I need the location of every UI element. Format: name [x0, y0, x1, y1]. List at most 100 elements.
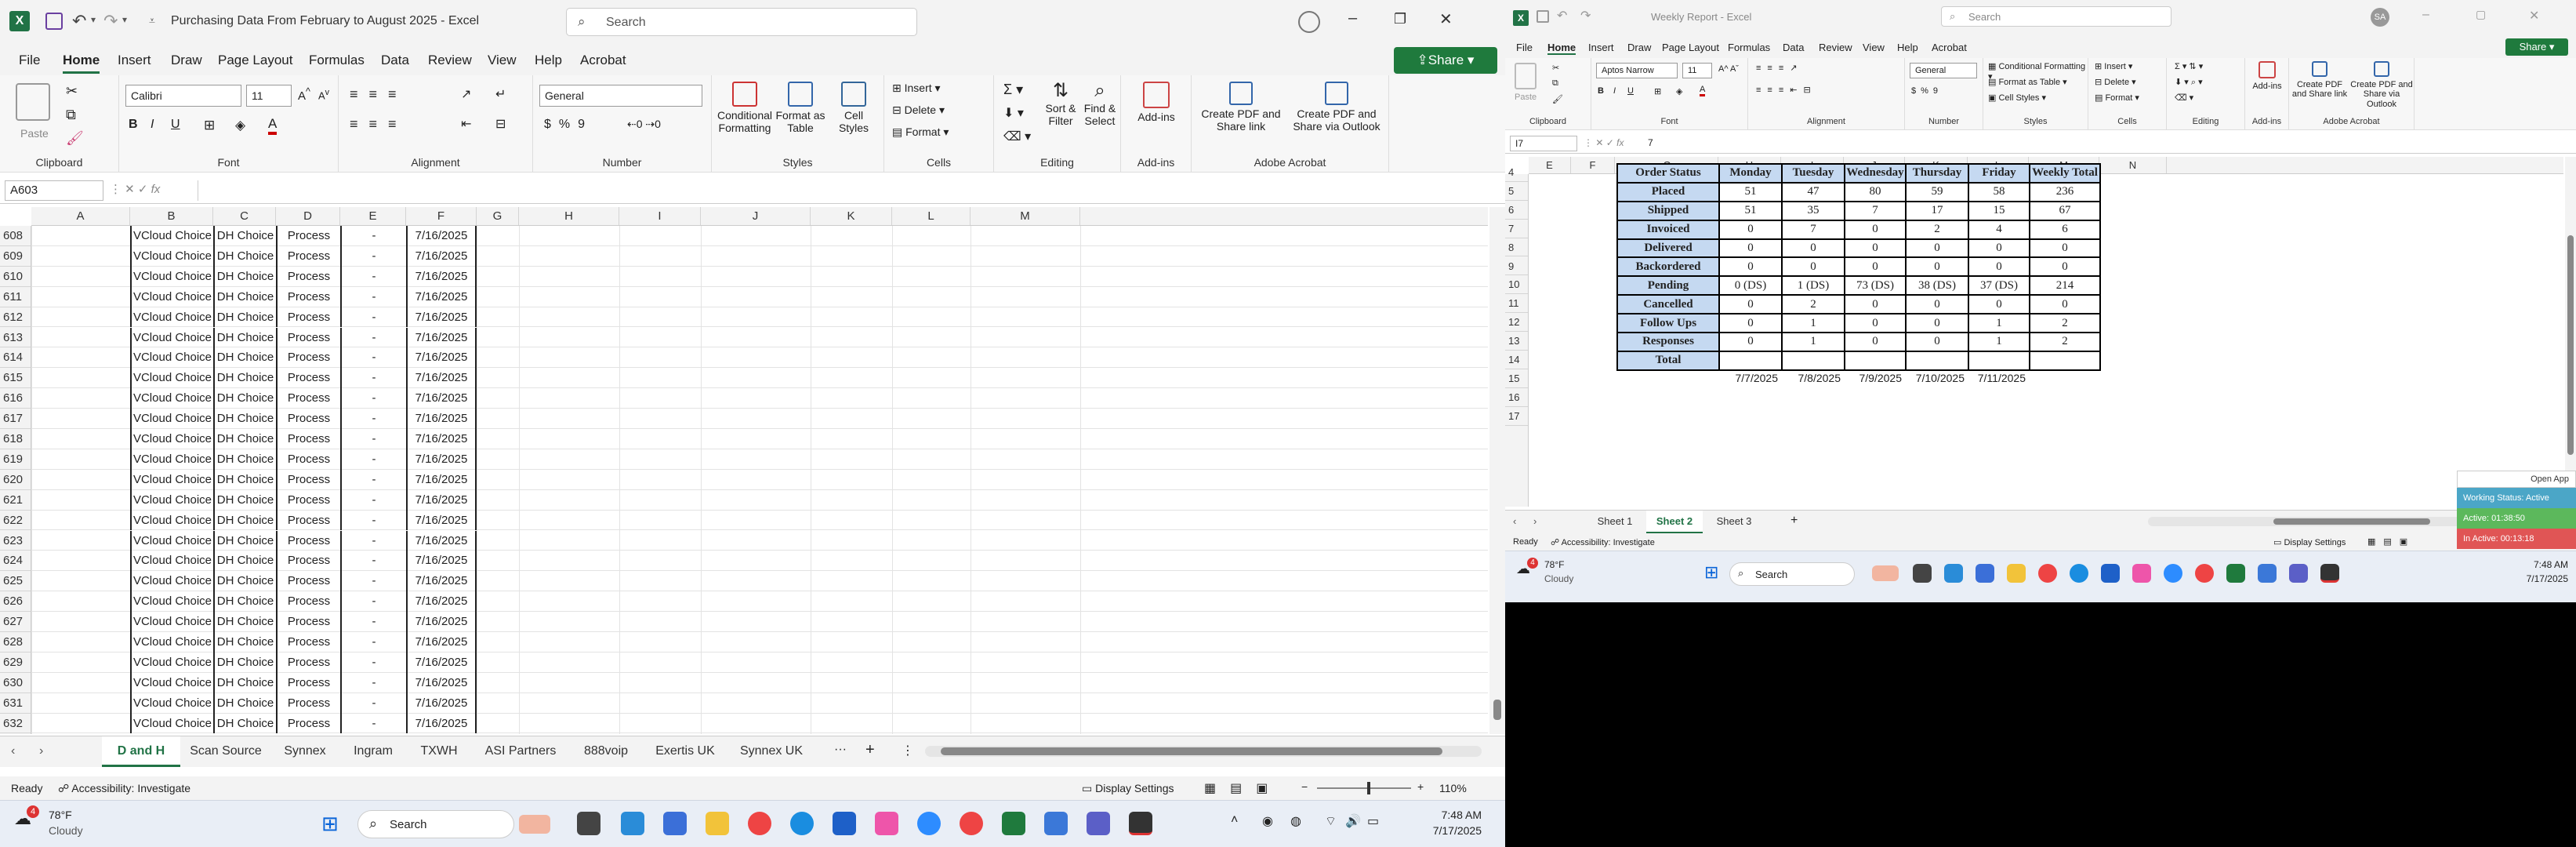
zoom-level[interactable]: 110% [1439, 782, 1467, 794]
row-header[interactable]: 619 [0, 449, 31, 470]
format-painter-icon[interactable]: 🖌 [66, 130, 84, 147]
table-header-cell[interactable]: Friday [1968, 163, 2030, 184]
cell-d[interactable]: Process [276, 286, 340, 307]
right-account-avatar[interactable]: SA [2371, 8, 2389, 27]
cell-d[interactable]: Process [276, 327, 340, 348]
right-underline-icon[interactable]: U [1627, 86, 1634, 96]
row-header[interactable]: 629 [0, 653, 31, 673]
cell-e[interactable]: - [340, 489, 406, 511]
cell-f[interactable]: 7/16/2025 [406, 327, 477, 348]
sheet-tab-ingram[interactable]: Ingram [340, 736, 406, 767]
value-cell[interactable]: 0 [1968, 294, 2030, 315]
value-cell[interactable]: 1 [1968, 332, 2030, 352]
cell-c[interactable]: DH Choice [213, 327, 276, 348]
row-header[interactable]: 611 [0, 287, 31, 307]
value-cell[interactable]: 0 [1905, 313, 1969, 334]
sheet-options-icon[interactable]: ⋮ [902, 743, 914, 758]
cell-b[interactable]: VCloud Choice [130, 530, 213, 551]
value-cell[interactable]: 1 [1781, 332, 1845, 352]
value-cell[interactable]: 59 [1905, 181, 1969, 202]
column-header[interactable]: F [406, 207, 477, 225]
value-cell[interactable]: 80 [1844, 181, 1907, 202]
paste-icon[interactable] [16, 83, 50, 121]
row-header[interactable]: 614 [0, 347, 31, 369]
vertical-align-icons[interactable]: ≡≡≡ [350, 86, 408, 103]
right-size-combo[interactable]: 11 [1682, 63, 1712, 78]
cell-b[interactable]: VCloud Choice [130, 632, 213, 653]
right-clock-date[interactable]: 7/17/2025 [2498, 573, 2568, 584]
undo-icon[interactable]: ↶ [72, 11, 86, 31]
cell-c[interactable]: DH Choice [213, 449, 276, 470]
cell-e[interactable]: - [340, 713, 406, 734]
cell-b[interactable]: VCloud Choice [130, 226, 213, 246]
right-save-icon[interactable] [1537, 10, 1549, 23]
horizontal-scrollbar[interactable] [925, 746, 1482, 757]
right-add-sheet-icon[interactable]: + [1791, 514, 1798, 528]
right-bold-icon[interactable]: B [1598, 86, 1604, 96]
font-name-combo[interactable]: Calibri [125, 85, 241, 107]
value-cell[interactable]: 1 (DS) [1781, 275, 1845, 296]
column-header[interactable]: M [971, 207, 1080, 225]
underline-icon[interactable]: U [171, 118, 180, 132]
column-header[interactable]: C [213, 207, 276, 225]
cell-f[interactable]: 7/16/2025 [406, 632, 477, 653]
cell-f[interactable]: 7/16/2025 [406, 693, 477, 714]
right-name-box[interactable]: I7 [1510, 136, 1577, 151]
date-cell[interactable]: 7/8/2025 [1781, 369, 1844, 388]
cell-c[interactable]: DH Choice [213, 368, 276, 389]
date-cell[interactable]: 7/11/2025 [1968, 369, 2029, 388]
value-cell[interactable]: 38 (DS) [1905, 275, 1969, 296]
right-row-header[interactable]: 13 [1505, 332, 1528, 351]
add-sheet-icon[interactable]: + [865, 741, 875, 759]
copy-icon[interactable]: ⧉ [66, 107, 76, 123]
value-cell[interactable]: 0 [2029, 294, 2101, 315]
value-cell[interactable]: 0 (DS) [1718, 275, 1783, 296]
next-sheet-icon[interactable]: › [39, 744, 43, 758]
borders-icon[interactable]: ⊞ [204, 118, 215, 133]
value-cell[interactable]: 0 [1781, 256, 1845, 278]
value-cell[interactable]: 0 [1844, 219, 1907, 240]
fill-icon[interactable]: ⬇ ▾ [1003, 105, 1024, 121]
cell-d[interactable]: Process [276, 591, 340, 613]
accessibility-status[interactable]: ☍ Accessibility: Investigate [58, 782, 190, 795]
cell-d[interactable]: Process [276, 469, 340, 490]
app-icon-2[interactable] [1044, 812, 1068, 835]
date-cell[interactable]: 7/7/2025 [1718, 369, 1781, 388]
scroll-thumb[interactable] [1493, 700, 1501, 720]
row-header[interactable]: 616 [0, 388, 31, 409]
right-tab-draw[interactable]: Draw [1627, 42, 1651, 53]
right-font-color-icon[interactable]: A [1700, 85, 1706, 96]
share-button[interactable]: ⇪ Share ▾ [1394, 47, 1497, 74]
horizontal-align-icons[interactable]: ≡≡≡ [350, 116, 408, 133]
value-cell[interactable]: 2 [2029, 313, 2101, 334]
cell-f[interactable]: 7/16/2025 [406, 652, 477, 673]
cell-c[interactable]: DH Choice [213, 672, 276, 693]
right-copy-icon[interactable]: ⧉ [1552, 78, 1558, 89]
tracker-app-icon[interactable] [1129, 812, 1152, 835]
cell-b[interactable]: VCloud Choice [130, 510, 213, 531]
right-row-header[interactable]: 12 [1505, 313, 1528, 333]
tab-help[interactable]: Help [535, 53, 562, 68]
sheet-tab-txwh[interactable]: TXWH [409, 736, 469, 767]
cell-d[interactable]: Process [276, 489, 340, 511]
cell-c[interactable]: DH Choice [213, 530, 276, 551]
cell-d[interactable]: Process [276, 713, 340, 734]
excel-taskbar-icon[interactable] [1002, 812, 1025, 835]
tab-insert[interactable]: Insert [118, 53, 151, 68]
row-header[interactable]: 610 [0, 267, 31, 287]
cell-d[interactable]: Process [276, 245, 340, 267]
column-header[interactable]: A [31, 207, 130, 225]
row-header[interactable]: 608 [0, 226, 31, 246]
volume-icon[interactable]: 🔊 [1345, 813, 1361, 829]
redo-dropdown-icon[interactable]: ▾ [122, 14, 127, 25]
value-cell[interactable]: 2 [1905, 219, 1969, 240]
more-sheets-icon[interactable]: ··· [834, 743, 847, 757]
row-header[interactable]: 609 [0, 246, 31, 267]
row-header[interactable]: 625 [0, 571, 31, 592]
cell-c[interactable]: DH Choice [213, 226, 276, 246]
value-cell[interactable]: 6 [2029, 219, 2101, 240]
value-cell[interactable]: 0 [1905, 238, 1969, 259]
cell-e[interactable]: - [340, 347, 406, 369]
value-cell[interactable]: 0 [1844, 294, 1907, 315]
tray-app-icon-2[interactable]: ◍ [1290, 813, 1301, 829]
